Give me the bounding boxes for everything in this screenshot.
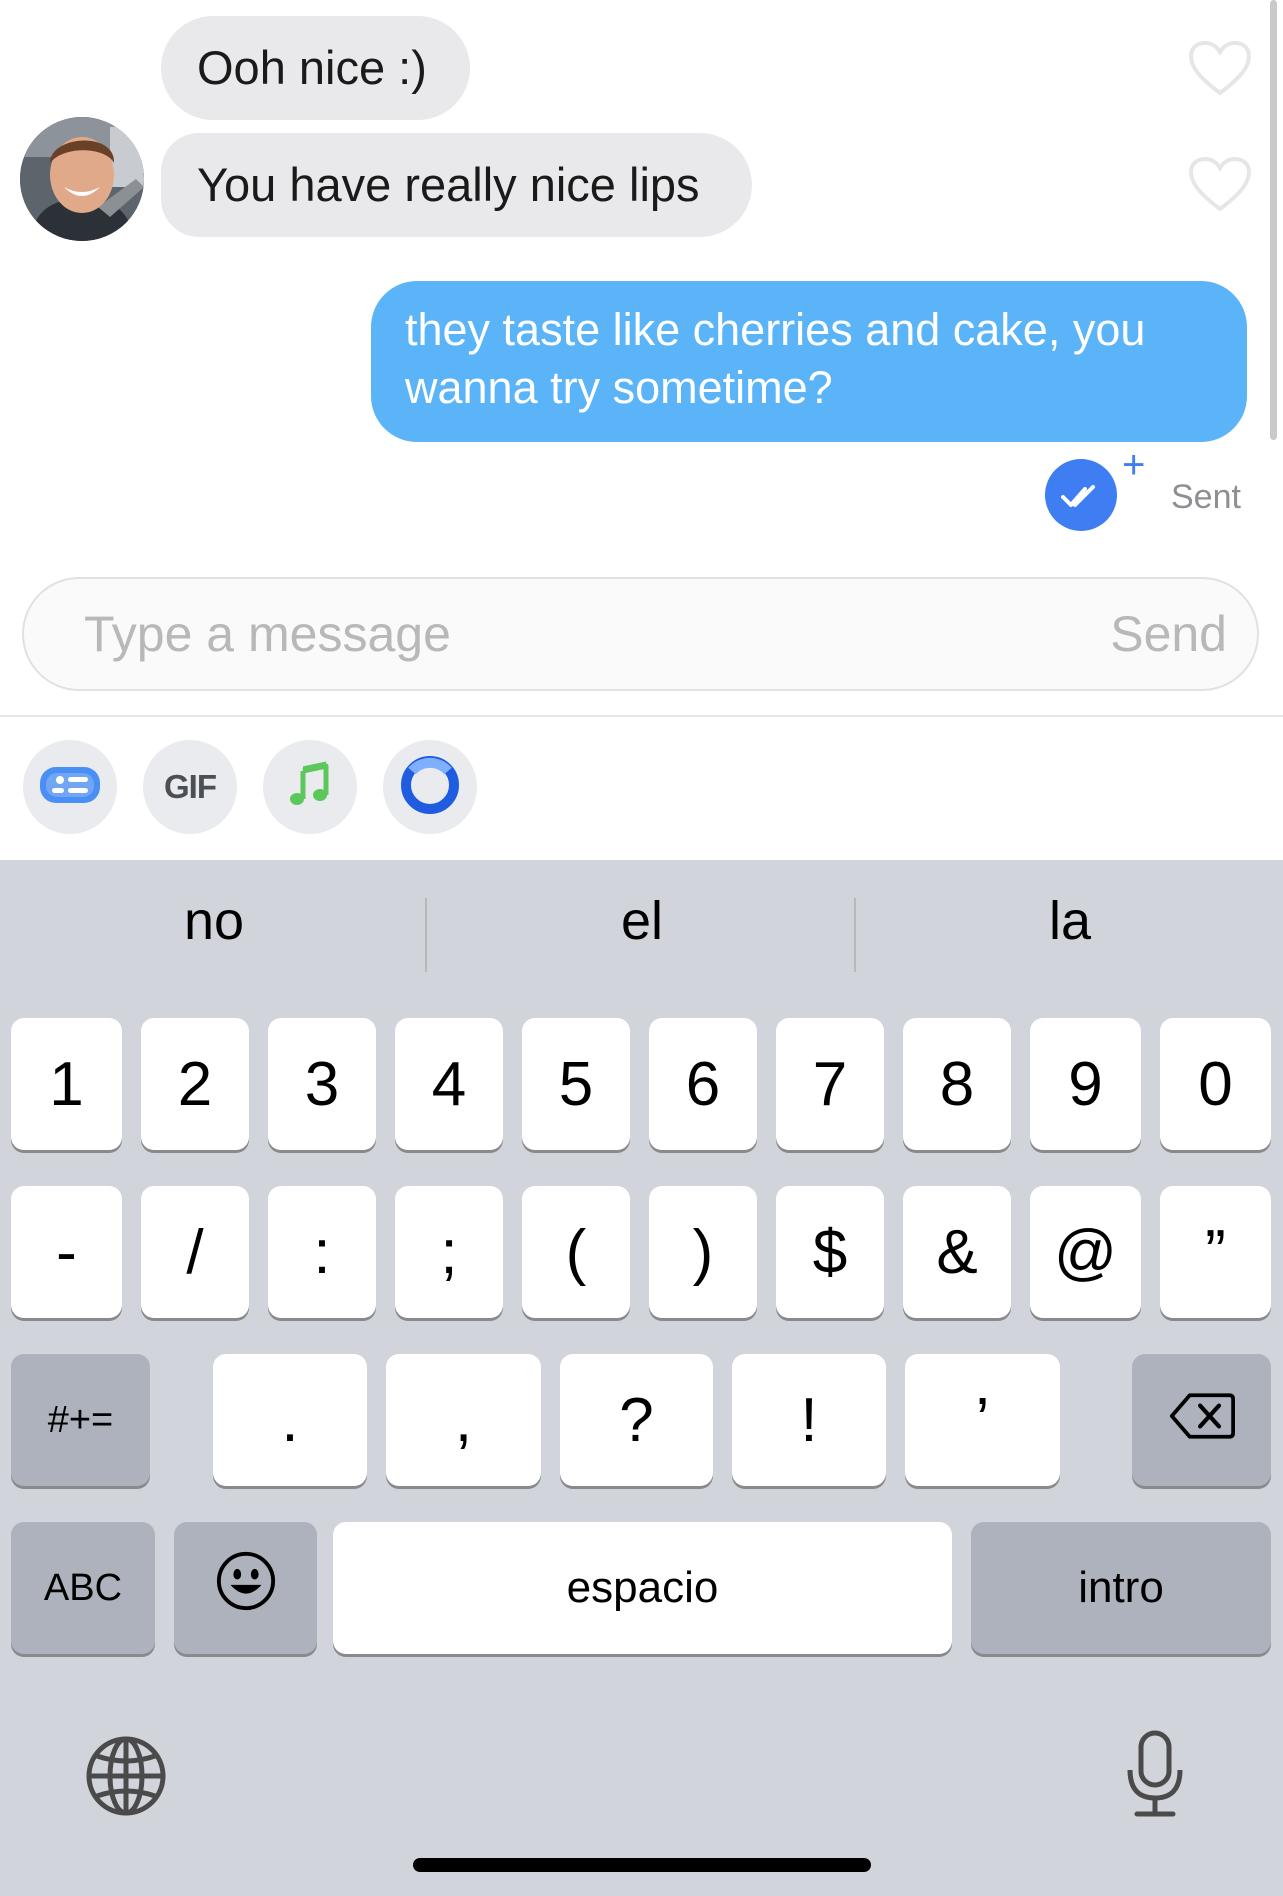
key-7[interactable]: 7 [776,1018,884,1150]
key-quote[interactable]: ” [1160,1186,1271,1318]
key-apostrophe[interactable]: ’ [905,1354,1060,1486]
gif-button[interactable]: GIF [143,740,237,834]
key-at[interactable]: @ [1030,1186,1141,1318]
key-question[interactable]: ? [560,1354,713,1486]
chat-scrollbar[interactable] [1270,0,1277,440]
read-receipt[interactable]: + [1040,443,1145,535]
key-close-paren[interactable]: ) [649,1186,757,1318]
suggestion-1[interactable]: no [4,890,424,952]
message-text: they taste like cherries and cake, you w… [405,304,1146,413]
key-slash[interactable]: / [141,1186,249,1318]
key-open-paren[interactable]: ( [522,1186,630,1318]
contact-avatar[interactable] [20,117,144,241]
globe-icon[interactable] [84,1734,168,1818]
suggestion-divider [425,898,427,972]
incoming-message-2[interactable]: You have really nice lips [161,133,752,237]
like-heart-icon[interactable] [1188,156,1252,213]
emoji-key[interactable] [174,1522,317,1654]
key-9[interactable]: 9 [1030,1018,1141,1150]
key-3[interactable]: 3 [268,1018,376,1150]
message-input[interactable]: Type a message Send [22,577,1259,691]
key-colon[interactable]: : [268,1186,376,1318]
key-5[interactable]: 5 [522,1018,630,1150]
outgoing-message[interactable]: they taste like cherries and cake, you w… [371,281,1247,442]
music-note-icon [286,760,334,814]
gif-label: GIF [164,768,217,805]
key-exclamation[interactable]: ! [732,1354,886,1486]
microphone-icon[interactable] [1125,1730,1185,1818]
ring-icon [398,753,462,822]
keyboard: no el la 1 2 3 4 5 6 7 8 9 0 - / : ; ( )… [0,860,1283,1896]
key-1[interactable]: 1 [11,1018,122,1150]
suggestion-divider [854,898,856,972]
plus-icon: + [1122,443,1146,487]
sticker-card-icon [38,763,102,812]
suggestion-2[interactable]: el [432,890,852,952]
key-comma[interactable]: , [386,1354,541,1486]
key-period[interactable]: . [213,1354,367,1486]
sent-status: Sent [1171,478,1241,516]
key-ampersand[interactable]: & [903,1186,1011,1318]
ring-button[interactable] [383,740,477,834]
divider [0,715,1283,717]
like-heart-icon[interactable] [1188,40,1252,97]
emoji-icon [215,1550,277,1627]
key-0[interactable]: 0 [1160,1018,1271,1150]
backspace-key[interactable] [1132,1354,1271,1486]
suggestion-3[interactable]: la [860,890,1280,952]
home-indicator[interactable] [413,1858,871,1872]
message-text: You have really nice lips [197,158,700,211]
double-check-icon [1045,459,1117,531]
key-4[interactable]: 4 [395,1018,503,1150]
incoming-message-1[interactable]: Ooh nice :) [161,16,470,120]
key-8[interactable]: 8 [903,1018,1011,1150]
key-2[interactable]: 2 [141,1018,249,1150]
backspace-icon [1169,1385,1235,1456]
return-key[interactable]: intro [971,1522,1271,1654]
key-hyphen[interactable]: - [11,1186,122,1318]
music-button[interactable] [263,740,357,834]
abc-key[interactable]: ABC [11,1522,155,1654]
symbols-key[interactable]: #+= [11,1354,150,1486]
key-6[interactable]: 6 [649,1018,757,1150]
message-text: Ooh nice :) [197,41,427,94]
input-placeholder: Type a message [84,606,451,662]
send-button[interactable]: Send [1110,605,1227,663]
key-semicolon[interactable]: ; [395,1186,503,1318]
sticker-card-button[interactable] [23,740,117,834]
space-key[interactable]: espacio [333,1522,952,1654]
key-dollar[interactable]: $ [776,1186,884,1318]
